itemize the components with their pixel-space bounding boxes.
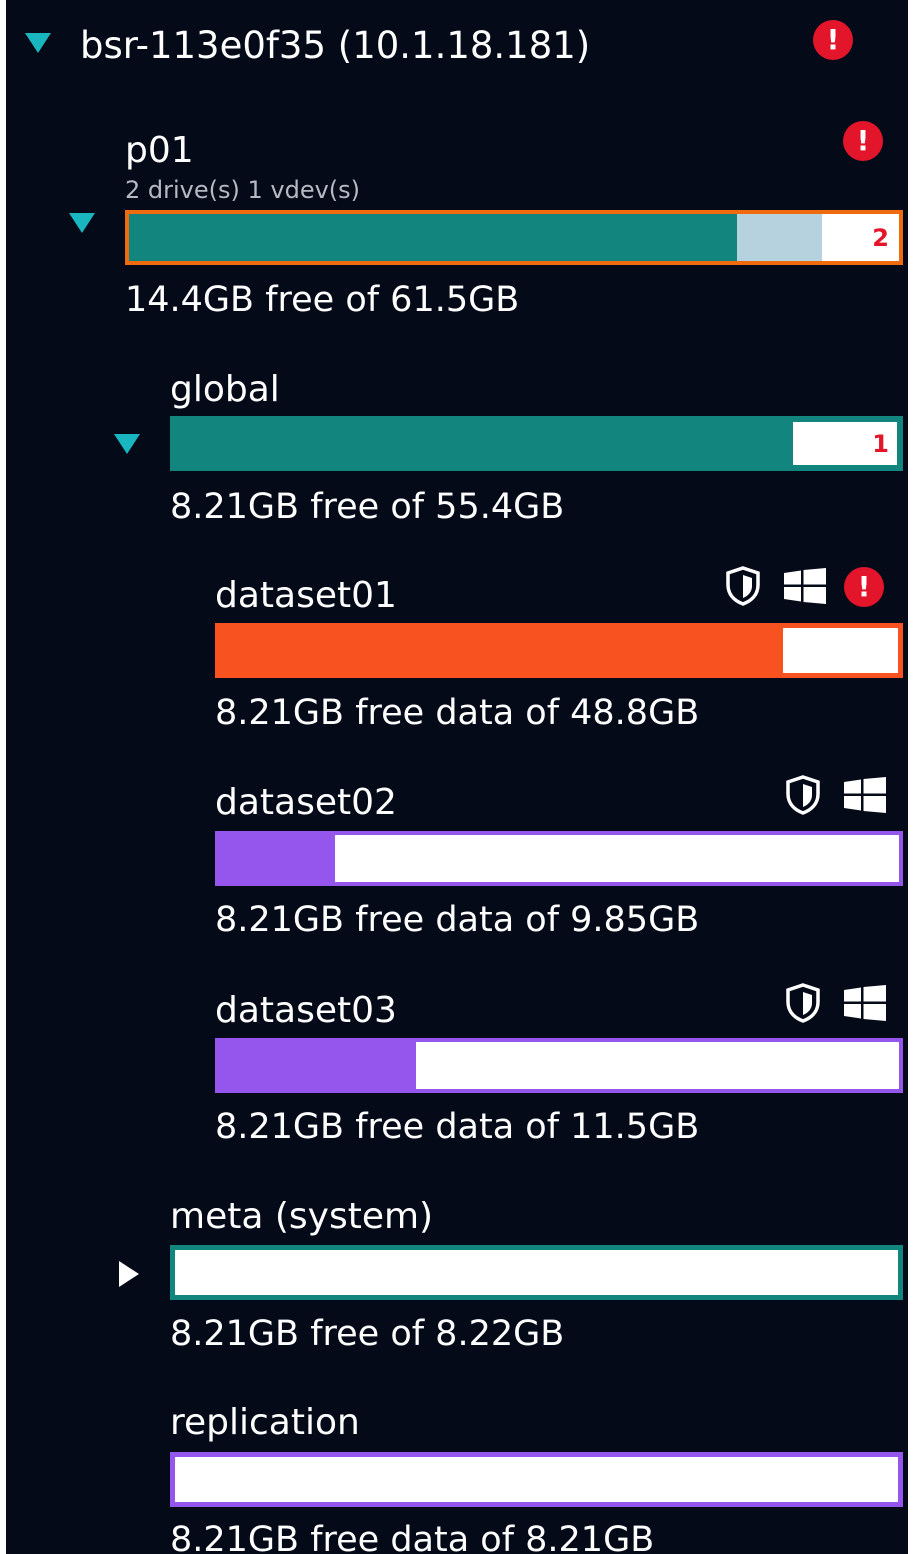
dataset01-name[interactable]: dataset01: [215, 578, 397, 614]
dataset02-usage-bar[interactable]: [215, 831, 903, 886]
dataset02-name[interactable]: dataset02: [215, 785, 397, 821]
dataset02-used-segment: [219, 835, 335, 882]
shield-icon[interactable]: [725, 566, 761, 606]
windows-icon[interactable]: [844, 985, 886, 1021]
pool-name[interactable]: p01: [125, 133, 194, 169]
meta-usage-bar[interactable]: [170, 1245, 903, 1300]
pool-used-segment: [129, 214, 738, 261]
pool-subtitle: 2 drive(s) 1 vdev(s): [125, 176, 361, 204]
global-name[interactable]: global: [170, 372, 280, 408]
global-bar-bottom-edge: [170, 465, 903, 471]
dataset03-free-text: 8.21GB free data of 11.5GB: [215, 1107, 700, 1147]
replication-free-text: 8.21GB free data of 8.21GB: [170, 1520, 655, 1554]
replication-name[interactable]: replication: [170, 1405, 360, 1441]
server-label[interactable]: bsr-113e0f35 (10.1.18.181): [80, 27, 590, 64]
global-bar-top-edge: [170, 416, 903, 422]
windows-icon[interactable]: [784, 568, 826, 604]
pool-alert-icon[interactable]: !: [843, 121, 883, 161]
meta-free-text: 8.21GB free of 8.22GB: [170, 1314, 565, 1354]
pool-pending-segment: [737, 214, 822, 261]
expand-meta-caret-icon[interactable]: [119, 1261, 139, 1287]
shield-icon[interactable]: [785, 775, 821, 815]
expand-global-caret-icon[interactable]: [114, 434, 140, 454]
windows-icon[interactable]: [844, 777, 886, 813]
dataset03-name[interactable]: dataset03: [215, 993, 397, 1029]
replication-usage-bar[interactable]: [170, 1452, 903, 1507]
global-free-text: 8.21GB free of 55.4GB: [170, 487, 565, 527]
dataset03-usage-bar[interactable]: [215, 1038, 903, 1093]
meta-name[interactable]: meta (system): [170, 1199, 433, 1235]
pool-usage-bar[interactable]: 2: [125, 210, 903, 265]
dataset01-alert-icon[interactable]: !: [844, 567, 884, 607]
global-alert-count: 1: [872, 429, 889, 458]
dataset02-free-text: 8.21GB free data of 9.85GB: [215, 900, 700, 940]
expand-pool-caret-icon[interactable]: [69, 213, 95, 233]
shield-icon[interactable]: [785, 983, 821, 1023]
expand-server-caret-icon[interactable]: [25, 33, 51, 53]
server-alert-icon[interactable]: !: [813, 20, 853, 60]
storage-tree-panel: bsr-113e0f35 (10.1.18.181) ! p01 2 drive…: [0, 0, 908, 1554]
global-used-segment: [170, 416, 794, 471]
global-bar-edge: [897, 416, 903, 471]
pool-free-text: 14.4GB free of 61.5GB: [125, 280, 520, 320]
dataset01-used-segment: [220, 628, 783, 673]
global-usage-bar[interactable]: 1: [170, 416, 903, 471]
pool-alert-count: 2: [872, 223, 889, 252]
dataset01-free-text: 8.21GB free data of 48.8GB: [215, 693, 700, 733]
dataset03-used-segment: [219, 1042, 417, 1089]
dataset01-usage-bar[interactable]: [215, 623, 903, 678]
